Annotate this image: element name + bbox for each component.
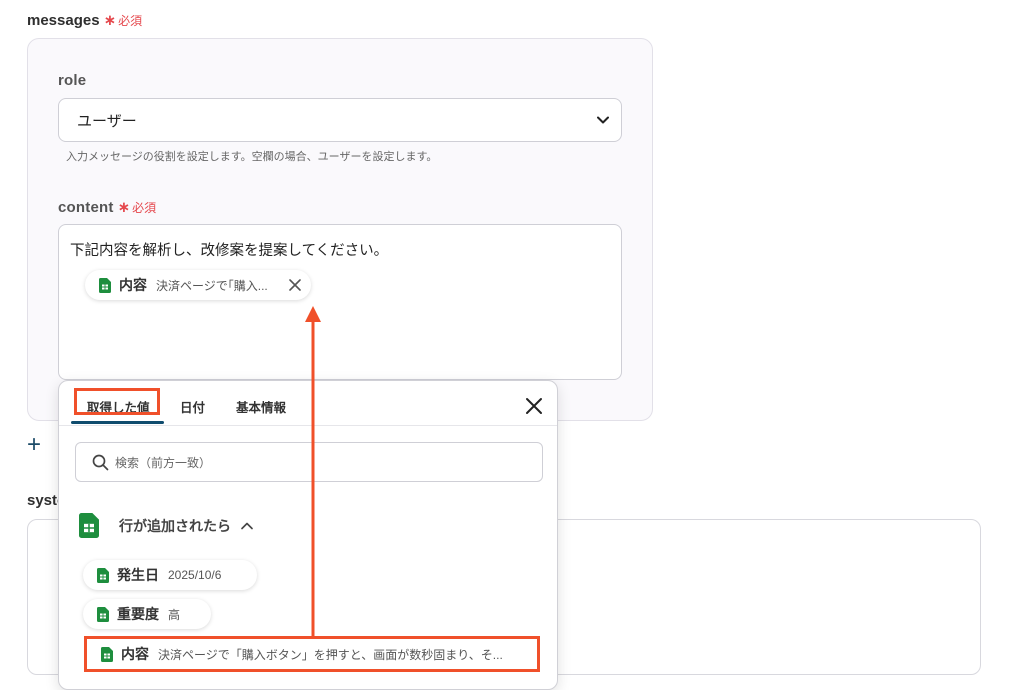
token-name: 内容: [119, 277, 147, 293]
role-label: role: [58, 72, 87, 89]
group-title: 行が追加されたら: [119, 517, 231, 534]
role-hint: 入力メッセージの役割を設定します。空欄の場合、ユーザーを設定します。: [66, 151, 438, 163]
chevron-down-icon: [597, 116, 609, 124]
highlight-box-tab: [74, 388, 160, 415]
content-label-row: content ∗ 必須: [58, 198, 156, 217]
sheets-icon: [79, 513, 99, 538]
role-selected-value: ユーザー: [77, 112, 137, 130]
chevron-up-icon: [241, 522, 253, 529]
highlight-box-item: [84, 636, 540, 672]
item-value: 高: [168, 607, 181, 622]
tab-date[interactable]: 日付: [180, 397, 205, 416]
close-icon[interactable]: [289, 279, 301, 291]
token-value: 決済ページで｢購入...: [156, 278, 268, 293]
sheets-icon: [99, 277, 111, 293]
messages-label: messages: [27, 12, 100, 29]
search-placeholder: 検索（前方一致）: [115, 455, 212, 470]
add-message-button[interactable]: +: [27, 433, 49, 457]
required-star: ∗: [117, 199, 131, 216]
item-name: 発生日: [117, 567, 159, 583]
sheets-icon: [97, 606, 109, 622]
picker-item[interactable]: 重要度 高: [83, 599, 211, 629]
close-icon[interactable]: [523, 395, 545, 417]
content-label: content: [58, 199, 114, 216]
required-text: 必須: [118, 14, 143, 28]
content-textarea[interactable]: 下記内容を解析し、改修案を提案してください。 内容 決済ページで｢購入...: [58, 224, 622, 380]
tab-basic-info[interactable]: 基本情報: [236, 397, 286, 416]
content-text: 下記内容を解析し、改修案を提案してください。: [70, 243, 389, 259]
sheets-icon: [97, 567, 109, 583]
item-name: 重要度: [117, 606, 159, 622]
role-select[interactable]: ユーザー: [58, 98, 622, 142]
messages-label-row: messages ∗ 必須: [27, 11, 142, 30]
picker-group-header[interactable]: 行が追加されたら: [79, 513, 253, 538]
required-star: ∗: [103, 12, 117, 29]
search-icon: [92, 454, 109, 470]
item-value: 2025/10/6: [168, 568, 222, 582]
active-tab-indicator: [71, 421, 164, 424]
content-token-pill[interactable]: 内容 決済ページで｢購入...: [85, 270, 311, 300]
picker-item[interactable]: 発生日 2025/10/6: [83, 560, 257, 590]
required-text: 必須: [132, 201, 157, 215]
annotation-arrow: [305, 306, 321, 636]
